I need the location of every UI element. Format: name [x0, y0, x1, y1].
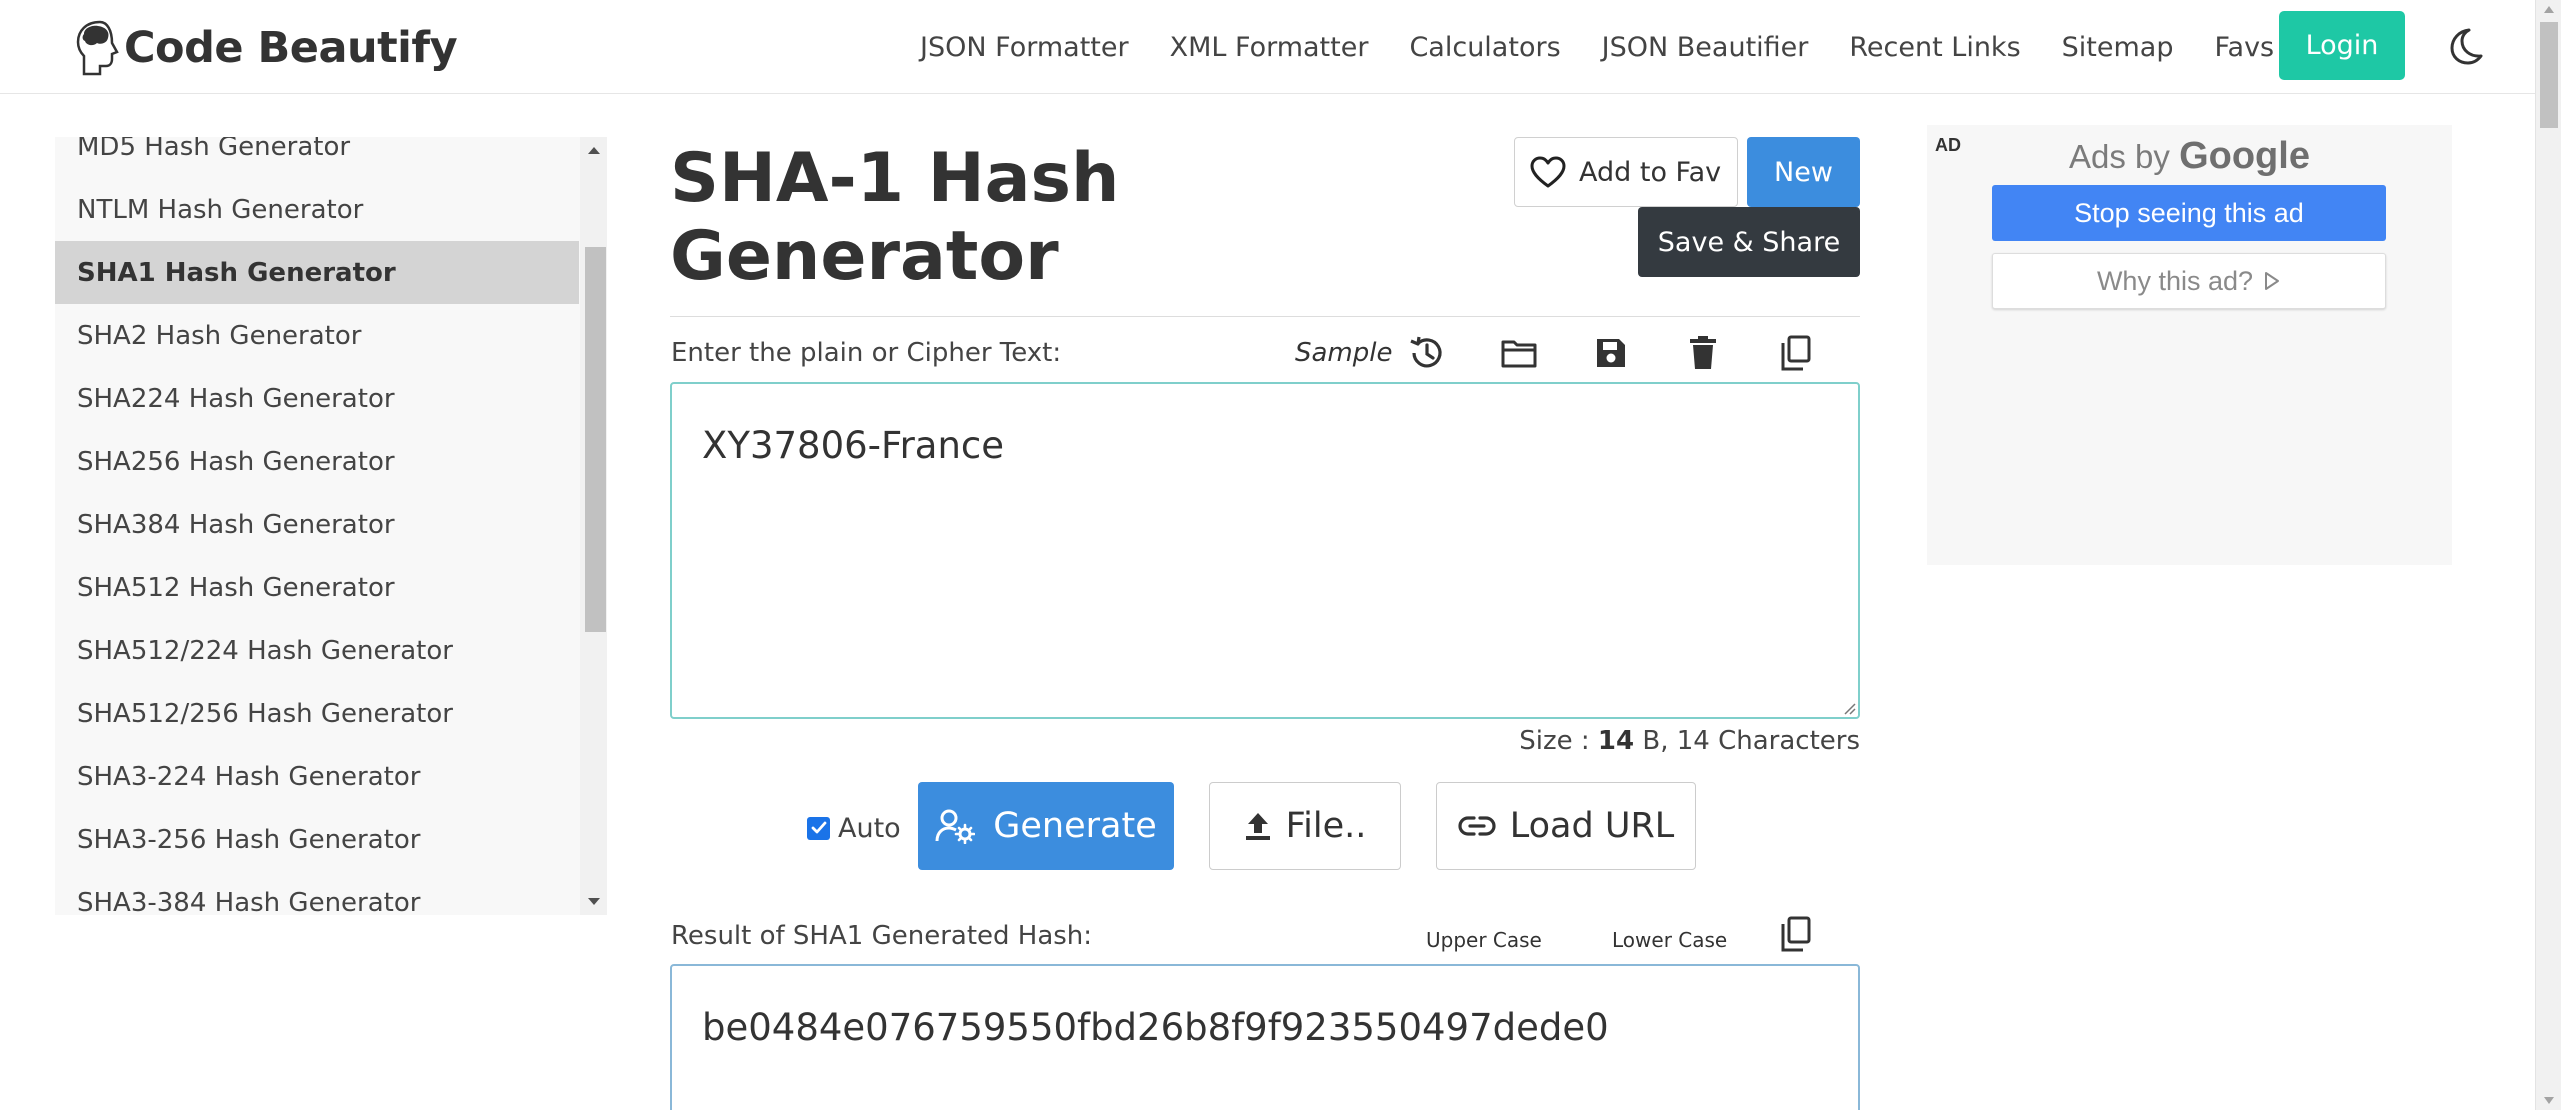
result-label: Result of SHA1 Generated Hash:	[671, 921, 1093, 951]
plain-text-input[interactable]: XY37806-France	[670, 382, 1860, 719]
load-url-label: Load URL	[1509, 806, 1675, 846]
sidebar-scrollbar[interactable]	[580, 137, 607, 915]
heart-icon	[1530, 156, 1566, 188]
auto-checkbox[interactable]	[807, 816, 830, 840]
nav-calculators[interactable]: Calculators	[1409, 32, 1560, 63]
lower-case-button[interactable]: Lower Case	[1612, 928, 1727, 952]
auto-toggle[interactable]: Auto	[807, 812, 901, 844]
sidebar-item-sha512-256[interactable]: SHA512/256 Hash Generator	[55, 682, 579, 745]
plain-text-value: XY37806-France	[702, 424, 1005, 467]
link-icon	[1458, 816, 1496, 836]
size-info: Size : 14 B, 14 Characters	[1519, 726, 1860, 756]
save-icon[interactable]	[1591, 333, 1631, 373]
page-title-line-1: SHA-1 Hash	[670, 139, 1120, 218]
sidebar-item-sha3-224[interactable]: SHA3-224 Hash Generator	[55, 745, 579, 808]
sidebar-item-sha3-384[interactable]: SHA3-384 Hash Generator	[55, 871, 579, 916]
add-to-fav-label: Add to Fav	[1579, 156, 1722, 188]
size-suffix: B, 14 Characters	[1634, 726, 1860, 756]
page-scrollbar[interactable]	[2535, 0, 2561, 1110]
sample-link[interactable]: Sample	[1295, 338, 1393, 368]
save-share-button[interactable]: Save & Share	[1638, 207, 1860, 277]
file-upload-button[interactable]: File..	[1209, 782, 1401, 870]
play-outline-icon	[2265, 272, 2280, 290]
ads-by-label: Ads by	[2069, 138, 2170, 175]
new-button[interactable]: New	[1747, 137, 1860, 207]
main-nav: JSON Formatter XML Formatter Calculators…	[920, 0, 2310, 94]
sidebar-item-sha512-224[interactable]: SHA512/224 Hash Generator	[55, 619, 579, 682]
google-wordmark: Google	[2179, 135, 2310, 177]
scroll-up-arrow-icon[interactable]	[2544, 6, 2554, 13]
generate-label: Generate	[993, 806, 1157, 846]
sidebar-item-md5[interactable]: MD5 Hash Generator	[55, 137, 579, 178]
sidebar-scrollbar-thumb[interactable]	[585, 247, 606, 632]
history-icon[interactable]	[1407, 333, 1447, 373]
page-title-line-2: Generator	[670, 217, 1059, 296]
copy-result-icon[interactable]	[1775, 914, 1815, 954]
nav-json-beautifier[interactable]: JSON Beautifier	[1602, 32, 1809, 63]
size-prefix: Size :	[1519, 726, 1598, 756]
title-divider	[670, 316, 1860, 317]
copy-icon[interactable]	[1775, 333, 1815, 373]
input-label: Enter the plain or Cipher Text:	[671, 338, 1062, 368]
page-title: SHA-1 Hash Generator	[670, 140, 1270, 296]
nav-json-formatter[interactable]: JSON Formatter	[920, 32, 1129, 63]
brand-name: Code Beautify	[124, 23, 458, 73]
file-upload-label: File..	[1285, 806, 1367, 846]
ad-panel: AD Ads by Google Stop seeing this ad Why…	[1927, 125, 2452, 565]
resize-grip-icon[interactable]	[1842, 701, 1856, 715]
sidebar-item-sha2[interactable]: SHA2 Hash Generator	[55, 304, 579, 367]
sidebar-item-sha384[interactable]: SHA384 Hash Generator	[55, 493, 579, 556]
nav-recent-links[interactable]: Recent Links	[1849, 32, 2020, 63]
sidebar-list: MD5 Hash Generator NTLM Hash Generator S…	[55, 137, 579, 915]
add-to-fav-button[interactable]: Add to Fav	[1514, 137, 1738, 207]
auto-label: Auto	[838, 812, 901, 844]
sidebar-scroll-down-icon[interactable]	[588, 898, 600, 905]
why-this-ad-button[interactable]: Why this ad?	[1992, 253, 2386, 309]
scroll-down-arrow-icon[interactable]	[2544, 1097, 2554, 1104]
scrollbar-thumb[interactable]	[2540, 22, 2558, 128]
nav-favs-label: Favs	[2214, 31, 2275, 63]
user-gear-icon	[935, 809, 976, 844]
load-url-button[interactable]: Load URL	[1436, 782, 1696, 870]
hash-result-value: be0484e076759550fbd26b8f9f923550497dede0	[702, 1006, 1609, 1049]
upload-icon	[1245, 813, 1270, 840]
sidebar-item-ntlm[interactable]: NTLM Hash Generator	[55, 178, 579, 241]
sidebar-item-sha3-256[interactable]: SHA3-256 Hash Generator	[55, 808, 579, 871]
nav-xml-formatter[interactable]: XML Formatter	[1170, 32, 1369, 63]
size-bytes: 14	[1597, 726, 1635, 756]
sidebar-item-sha224[interactable]: SHA224 Hash Generator	[55, 367, 579, 430]
checkmark-icon	[811, 821, 826, 834]
trash-icon[interactable]	[1683, 333, 1723, 373]
generate-button[interactable]: Generate	[918, 782, 1174, 870]
sidebar-item-sha512[interactable]: SHA512 Hash Generator	[55, 556, 579, 619]
sidebar-scroll-up-icon[interactable]	[588, 147, 600, 154]
upper-case-button[interactable]: Upper Case	[1426, 928, 1542, 952]
nav-sitemap[interactable]: Sitemap	[2062, 32, 2174, 63]
why-this-ad-label: Why this ad?	[2096, 265, 2254, 296]
folder-icon[interactable]	[1499, 333, 1539, 373]
sidebar-item-sha256[interactable]: SHA256 Hash Generator	[55, 430, 579, 493]
tools-sidebar: MD5 Hash Generator NTLM Hash Generator S…	[55, 137, 607, 915]
login-button[interactable]: Login	[2279, 11, 2405, 80]
stop-seeing-ad-button[interactable]: Stop seeing this ad	[1992, 185, 2386, 241]
sidebar-item-sha1[interactable]: SHA1 Hash Generator	[55, 241, 579, 304]
brand-logo-link[interactable]: Code Beautify	[70, 18, 458, 78]
moon-icon[interactable]	[2445, 26, 2485, 66]
brain-head-logo-icon	[76, 20, 119, 76]
hash-result-output[interactable]: be0484e076759550fbd26b8f9f923550497dede0	[670, 964, 1860, 1110]
top-navbar: Code Beautify JSON Formatter XML Formatt…	[0, 0, 2535, 94]
ads-by-google: Ads by Google	[1927, 135, 2452, 178]
